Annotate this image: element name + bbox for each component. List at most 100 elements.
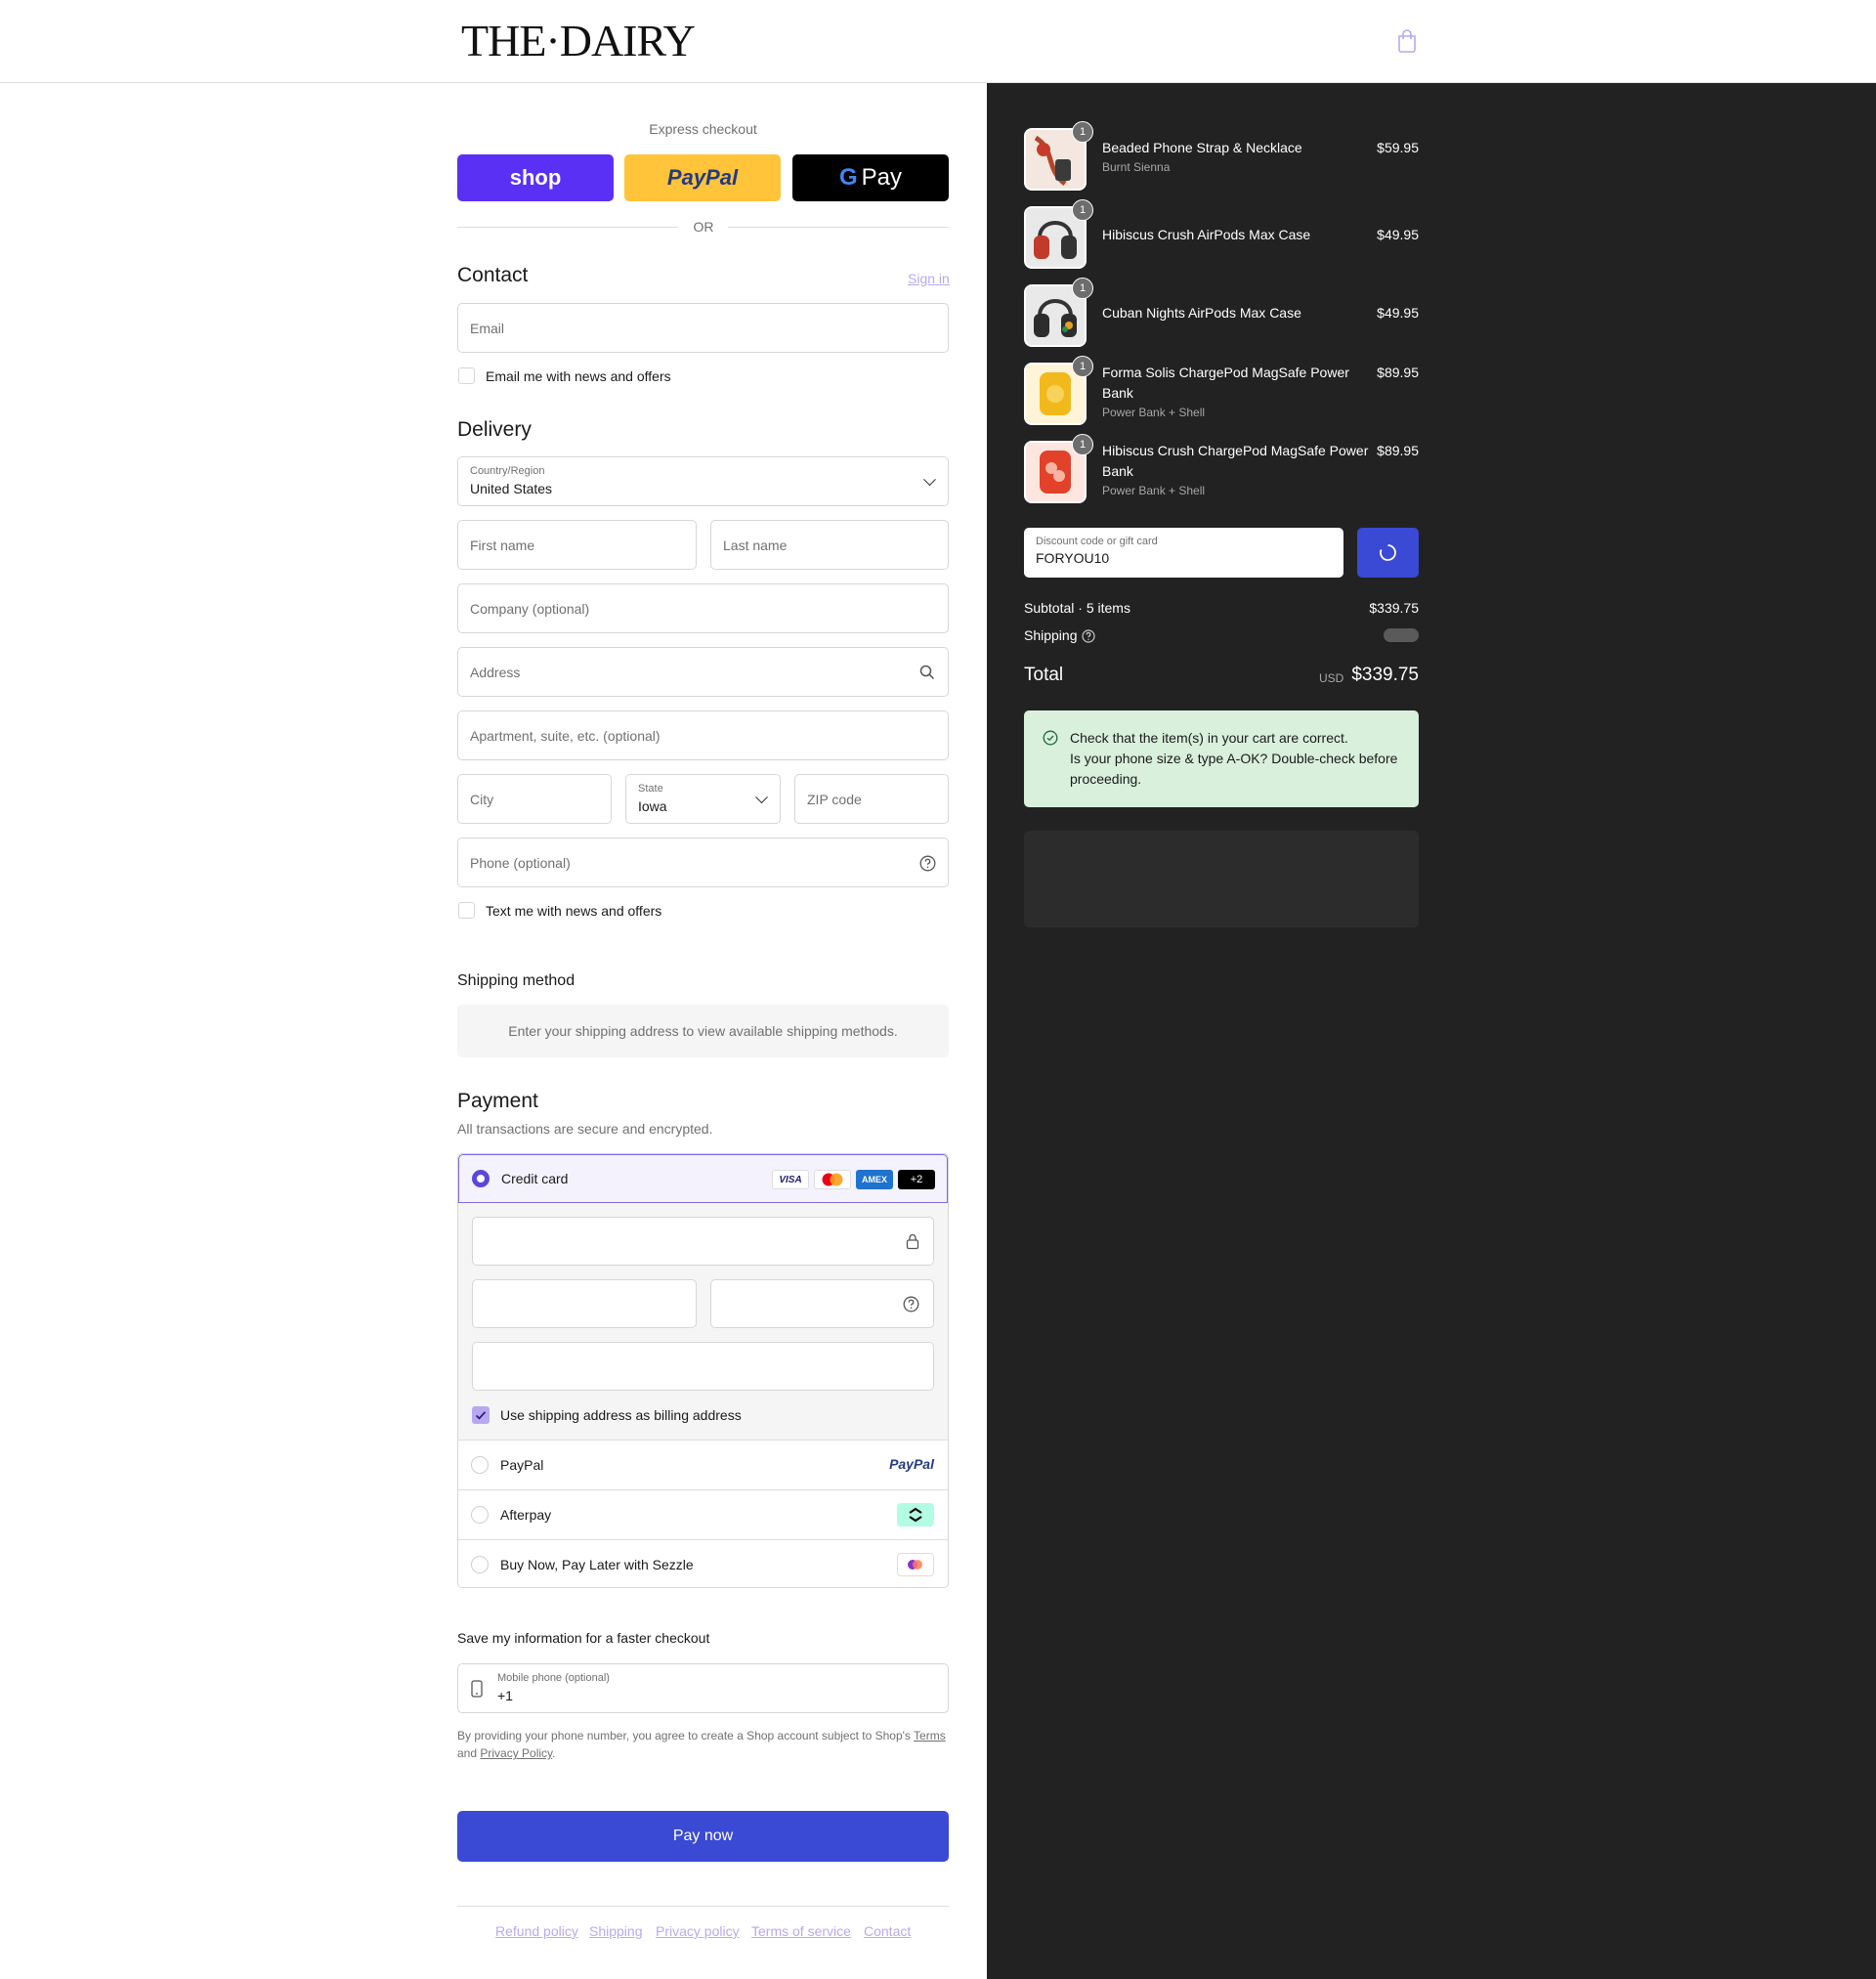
state-label: State [638,783,663,795]
email-placeholder: Email [470,320,505,336]
divider-left [457,227,678,228]
shop-disclaimer: By providing your phone number, you agre… [457,1727,949,1762]
shipping-loading-placeholder [1384,628,1419,642]
shipping-method-message-box: Enter your shipping address to view avai… [457,1005,949,1057]
privacy-policy-footer-link[interactable]: Privacy policy [656,1923,740,1939]
paypal-radio[interactable] [471,1456,489,1474]
expiration-date-field[interactable] [472,1279,697,1328]
phone-placeholder: Phone (optional) [470,854,571,871]
footer-divider [457,1906,949,1907]
checkmark-icon [475,1411,487,1420]
payment-heading: Payment [457,1090,538,1112]
shipping-link[interactable]: Shipping [589,1923,643,1939]
item-price: $59.95 [1377,140,1419,155]
email-news-checkbox[interactable] [458,367,475,384]
address-field[interactable]: Address [457,647,949,697]
store-logo[interactable]: THE·DAIRY [461,18,696,65]
card-number-field[interactable] [472,1217,934,1266]
total-label: Total [1024,665,1064,685]
item-variant: Burnt Sienna [1102,160,1171,174]
sezzle-label: Buy Now, Pay Later with Sezzle [500,1557,694,1572]
state-value: Iowa [638,798,667,814]
discount-code-field[interactable]: Discount code or gift card FORYOU10 [1024,528,1343,578]
item-price: $89.95 [1377,365,1419,380]
notice-line-1: Check that the item(s) in your cart are … [1070,730,1348,746]
refund-policy-link[interactable]: Refund policy [495,1923,578,1939]
sign-in-link[interactable]: Sign in [908,271,950,286]
text-news-label: Text me with news and offers [486,903,662,919]
credit-card-radio[interactable] [472,1170,490,1187]
text-news-checkbox[interactable] [458,902,475,919]
shopping-bag-icon[interactable] [1396,29,1418,53]
last-name-placeholder: Last name [723,537,788,553]
discount-value: FORYOU10 [1036,550,1110,566]
paypal-option[interactable]: PayPal PayPal [458,1440,948,1489]
item-name: Cuban Nights AirPods Max Case [1102,305,1301,321]
apply-discount-button[interactable] [1357,528,1419,578]
credit-card-option[interactable]: Credit card VISA AMEX +2 [458,1154,948,1203]
help-circle-icon[interactable] [903,1296,919,1312]
item-price: $89.95 [1377,443,1419,458]
check-circle-icon [1043,730,1058,746]
afterpay-option[interactable]: Afterpay [458,1489,948,1539]
afterpay-logo-icon [897,1503,934,1527]
quantity-badge: 1 [1072,121,1093,143]
google-g-icon: G [838,164,858,191]
sezzle-radio[interactable] [471,1556,489,1573]
apartment-field[interactable]: Apartment, suite, etc. (optional) [457,710,949,760]
city-field[interactable]: City [457,774,612,824]
delivery-heading: Delivery [457,418,532,441]
paypal-label: PayPal [500,1457,544,1473]
security-code-field[interactable] [710,1279,934,1328]
company-placeholder: Company (optional) [470,600,590,617]
company-field[interactable]: Company (optional) [457,583,949,633]
mastercard-icon [814,1170,851,1189]
first-name-field[interactable]: First name [457,520,697,570]
billing-checkbox[interactable] [472,1406,490,1424]
google-pay-label: Pay [861,164,903,191]
quantity-badge: 1 [1072,199,1093,221]
terms-link[interactable]: Terms [914,1729,946,1742]
privacy-policy-link[interactable]: Privacy Policy [480,1746,552,1760]
visa-icon: VISA [772,1170,809,1189]
last-name-field[interactable]: Last name [710,520,949,570]
help-circle-icon[interactable] [1082,629,1095,643]
zip-field[interactable]: ZIP code [794,774,949,824]
chevron-down-icon [923,472,936,486]
shop-pay-button[interactable]: shop [457,154,614,201]
country-label: Country/Region [470,465,545,477]
subtotal-value: $339.75 [1369,600,1419,616]
phone-field[interactable]: Phone (optional) [457,838,949,887]
paypal-logo: PayPal [889,1456,934,1472]
email-field[interactable]: Email [457,303,949,353]
country-select[interactable]: Country/Region United States [457,456,949,506]
header: THE·DAIRY [0,0,1876,83]
sezzle-option[interactable]: Buy Now, Pay Later with Sezzle [458,1539,948,1587]
item-name: Hibiscus Crush ChargePod MagSafe Power B… [1102,443,1369,479]
google-pay-button[interactable]: G Pay [792,154,949,201]
sezzle-logo-icon [897,1553,934,1576]
item-name: Hibiscus Crush AirPods Max Case [1102,227,1311,242]
afterpay-label: Afterpay [500,1507,552,1523]
item-price: $49.95 [1377,305,1419,321]
quantity-badge: 1 [1072,278,1093,299]
help-circle-icon[interactable] [919,855,936,872]
contact-heading: Contact [457,264,529,286]
name-on-card-field[interactable] [472,1342,934,1391]
total-currency: USD [1319,671,1344,685]
afterpay-radio[interactable] [471,1506,489,1524]
divider-right [728,227,949,228]
contact-link[interactable]: Contact [864,1923,911,1939]
item-variant: Power Bank + Shell [1102,406,1206,419]
payment-methods: Credit card VISA AMEX +2 Use shipping ad… [457,1153,949,1588]
state-select[interactable]: State Iowa [625,774,781,824]
express-checkout-label: Express checkout [649,121,757,137]
paypal-express-button[interactable]: PayPal [624,154,781,201]
chevron-down-icon [755,790,768,803]
pay-now-button[interactable]: Pay now [457,1811,949,1862]
notice-line-2: Is your phone size & type A-OK? Double-c… [1070,751,1398,787]
pay-now-label: Pay now [672,1828,734,1844]
terms-of-service-link[interactable]: Terms of service [751,1923,851,1939]
save-info-heading: Save my information for a faster checkou… [457,1630,710,1646]
mobile-phone-field[interactable]: Mobile phone (optional) +1 [457,1663,949,1713]
